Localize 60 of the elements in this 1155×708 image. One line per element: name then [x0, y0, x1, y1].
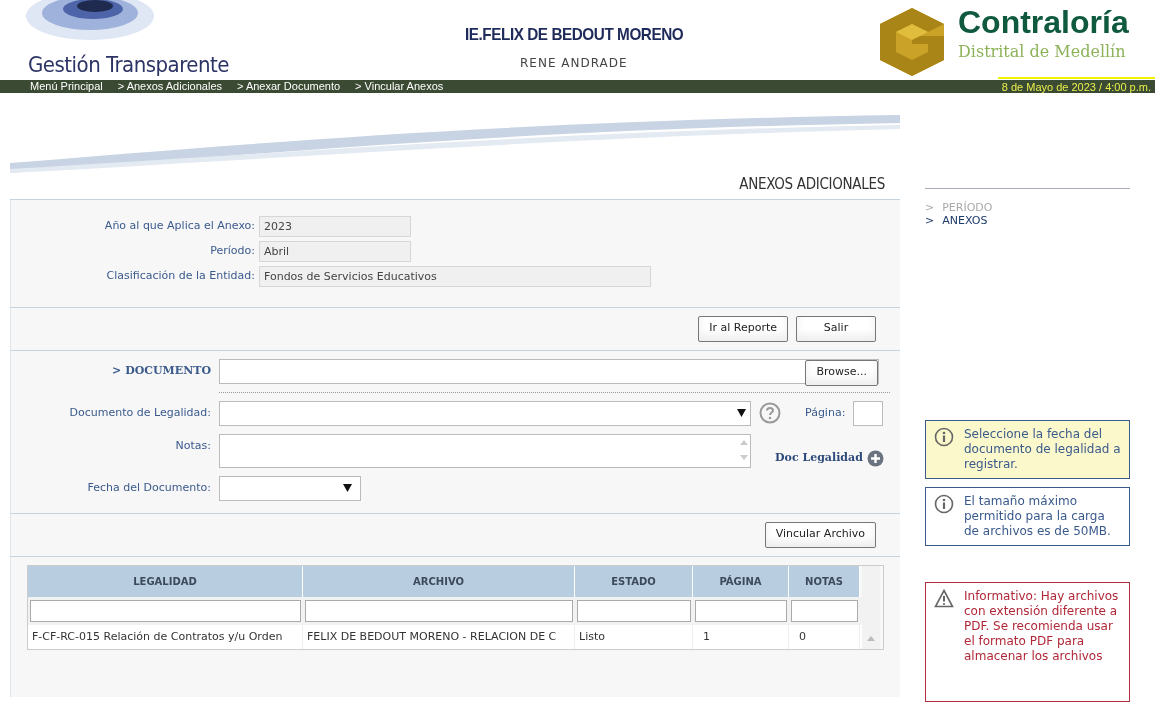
field-label: Documento de Legalidad:	[68, 404, 211, 421]
page-title: ANEXOS ADICIONALES	[10, 173, 900, 200]
notes-textarea[interactable]	[219, 433, 751, 468]
notice-box: Informativo: Hay archivos con extensión diferente a PDF. Se recomienda usar el formato PDF para almacenar los archivos	[925, 582, 1130, 703]
readonly-field: 2023	[259, 215, 411, 237]
column-header: ESTADO	[575, 565, 693, 597]
legality-select[interactable]	[219, 400, 751, 426]
breadcrumb-link[interactable]: > Vincular Anexos	[355, 78, 444, 95]
swirl-logo-icon	[25, 0, 155, 42]
date-select[interactable]	[219, 475, 361, 501]
table-cell: 1	[693, 624, 789, 649]
page-input[interactable]	[853, 400, 884, 426]
column-header: NOTAS	[789, 565, 860, 597]
notice-box: Seleccione la fecha del documento de legalidad a registrar.	[925, 420, 1130, 480]
filter-input[interactable]	[30, 599, 301, 622]
user-name: RENE ANDRADE	[520, 55, 628, 72]
doc-legalidad-link[interactable]: Doc Legalidad	[775, 449, 884, 467]
readonly-field: Abril	[259, 240, 411, 262]
info-icon	[934, 427, 954, 448]
field-label: Notas:	[174, 437, 211, 454]
field-label: Año al que Aplica el Anexo:	[103, 217, 255, 234]
brand-name: Contraloría	[958, 6, 1129, 38]
scroll-up-icon[interactable]	[867, 636, 875, 641]
field-label: Clasificación de la Entidad:	[105, 267, 255, 284]
field-label: Período:	[209, 242, 255, 259]
link-file-button[interactable]: Vincular Archivo	[764, 521, 876, 548]
help-icon[interactable]	[759, 402, 781, 424]
field-label: Página:	[805, 404, 846, 421]
dropdown-icon	[737, 409, 746, 417]
filter-input[interactable]	[695, 599, 787, 622]
info-icon	[934, 494, 954, 515]
notice-box: El tamaño máximo permitido para la carga de archivos es de 50MB.	[925, 487, 1130, 547]
table-cell: FELIX DE BEDOUT MORENO - RELACION DE C	[303, 624, 575, 649]
browse-button[interactable]: Browse...	[805, 359, 878, 386]
action-button[interactable]: Ir al Reporte	[698, 315, 788, 342]
add-icon	[866, 449, 884, 467]
filter-input[interactable]	[577, 599, 691, 622]
table-cell: Listo	[575, 624, 693, 649]
dropdown-icon	[343, 484, 352, 492]
date-text: 8 de Mayo de 2023 / 4:00 p.m.	[997, 77, 1155, 96]
brand-subtitle: Distrital de Medellín	[958, 41, 1126, 63]
institution-name: IE.FELIX DE BEDOUT MORENO	[465, 24, 684, 46]
table-cell: F-CF-RC-015 Relación de Contratos y/u Orden	[28, 624, 303, 649]
table-cell: 0	[789, 624, 860, 649]
filter-input[interactable]	[305, 599, 573, 622]
filter-input[interactable]	[791, 599, 858, 622]
column-header: ARCHIVO	[303, 565, 575, 597]
breadcrumb-link[interactable]: > Anexar Documento	[237, 78, 341, 95]
breadcrumb-link[interactable]: > Anexos Adicionales	[117, 78, 223, 95]
readonly-field: Fondos de Servicios Educativos	[259, 265, 651, 287]
warning-icon	[934, 589, 954, 609]
breadcrumb-link[interactable]: Menú Principal	[30, 78, 103, 95]
field-label: Fecha del Documento:	[86, 479, 211, 496]
column-header: LEGALIDAD	[28, 565, 303, 597]
column-header: PÁGINA	[693, 565, 789, 597]
file-input[interactable]: Browse...	[219, 358, 879, 384]
logo-text: Gestión Transparente	[28, 51, 229, 79]
action-button[interactable]: Salir	[796, 315, 876, 342]
document-label: > DOCUMENTO	[111, 362, 211, 379]
step-item[interactable]: > ANEXOS	[925, 214, 1130, 228]
